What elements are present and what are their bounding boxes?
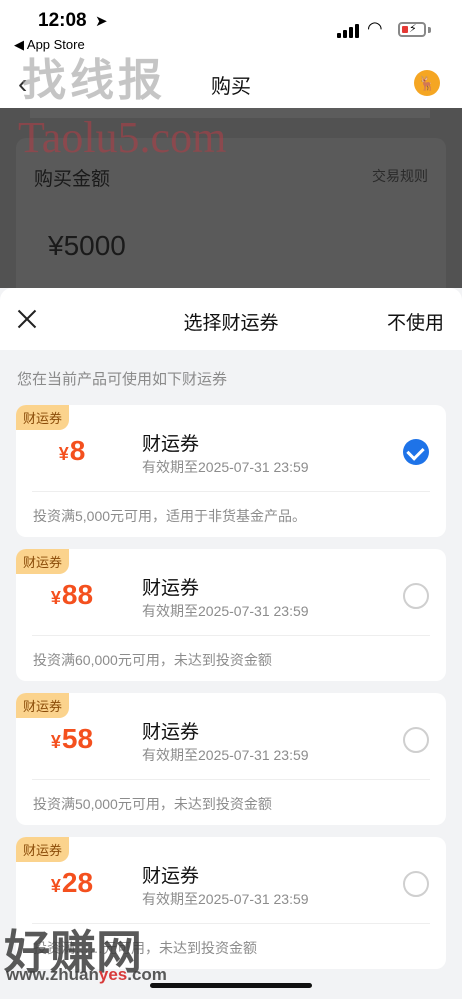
trade-rules-link[interactable]: 交易规则 <box>372 166 428 186</box>
watermark-bottom-url: www.zhuanyes.com <box>6 965 167 984</box>
coupon-tag: 财运券 <box>16 837 70 862</box>
coupon-amount: ¥58 <box>50 723 94 754</box>
divider <box>32 491 430 492</box>
coupon-name: 财运券 <box>142 722 200 743</box>
coupon-name: 财运券 <box>142 578 200 599</box>
watermark-top: 找线报 <box>22 56 166 105</box>
coupon-card[interactable]: 财运券 ¥58 财运券 有效期至2025-07-31 23:59 投资满50,0… <box>16 693 446 825</box>
coupon-expiry: 有效期至2025-07-31 23:59 <box>142 459 309 475</box>
unchecked-radio-icon[interactable] <box>403 727 429 753</box>
mascot-icon[interactable]: 🦌 <box>414 70 440 96</box>
coupon-sheet: 选择财运券 不使用 您在当前产品可使用如下财运券 财运券 ¥8 财运券 有效期至… <box>0 288 462 999</box>
sheet-header: 选择财运券 不使用 <box>0 288 462 350</box>
coupon-tag: 财运券 <box>16 693 70 718</box>
no-use-button[interactable]: 不使用 <box>387 308 444 335</box>
wifi-icon: ◠ <box>367 18 383 38</box>
purchase-amount-value: ¥5000 <box>48 230 126 261</box>
coupon-name: 财运券 <box>142 866 200 887</box>
unchecked-radio-icon[interactable] <box>403 583 429 609</box>
coupon-amount: ¥88 <box>50 579 94 610</box>
watermark-url: Taolu5.com <box>18 113 227 162</box>
coupon-card[interactable]: 财运券 ¥8 财运券 有效期至2025-07-31 23:59 投资满5,000… <box>16 405 446 537</box>
coupon-tag: 财运券 <box>16 405 70 430</box>
divider <box>32 779 430 780</box>
unchecked-radio-icon[interactable] <box>403 871 429 897</box>
coupon-expiry: 有效期至2025-07-31 23:59 <box>142 747 309 763</box>
purchase-card: 购买金额 交易规则 ¥5000 <box>16 138 446 308</box>
coupon-expiry: 有效期至2025-07-31 23:59 <box>142 891 309 907</box>
coupon-condition: 投资满5,000元可用，适用于非货基金产品。 <box>33 508 307 524</box>
cellular-signal-icon <box>337 24 359 38</box>
coupon-condition: 投资满60,000元可用，未达到投资金额 <box>33 652 272 668</box>
coupon-name: 财运券 <box>142 434 200 455</box>
status-time: 12:08 <box>38 10 87 31</box>
coupon-amount: ¥8 <box>58 435 86 466</box>
battery-icon: ⚡ <box>398 22 426 37</box>
location-arrow-icon: ➤ <box>95 13 108 30</box>
checked-radio-icon[interactable] <box>403 439 429 465</box>
purchase-amount-label: 购买金额 <box>34 169 111 190</box>
coupon-tag: 财运券 <box>16 549 70 574</box>
coupon-condition: 投资满50,000元可用，未达到投资金额 <box>33 796 272 812</box>
battery-tip-icon <box>428 27 431 33</box>
coupon-amount: ¥28 <box>50 867 94 898</box>
divider <box>32 635 430 636</box>
coupon-card[interactable]: 财运券 ¥88 财运券 有效期至2025-07-31 23:59 投资满60,0… <box>16 549 446 681</box>
coupon-hint: 您在当前产品可使用如下财运券 <box>17 371 228 388</box>
coupon-expiry: 有效期至2025-07-31 23:59 <box>142 603 309 619</box>
home-indicator[interactable] <box>150 983 312 988</box>
